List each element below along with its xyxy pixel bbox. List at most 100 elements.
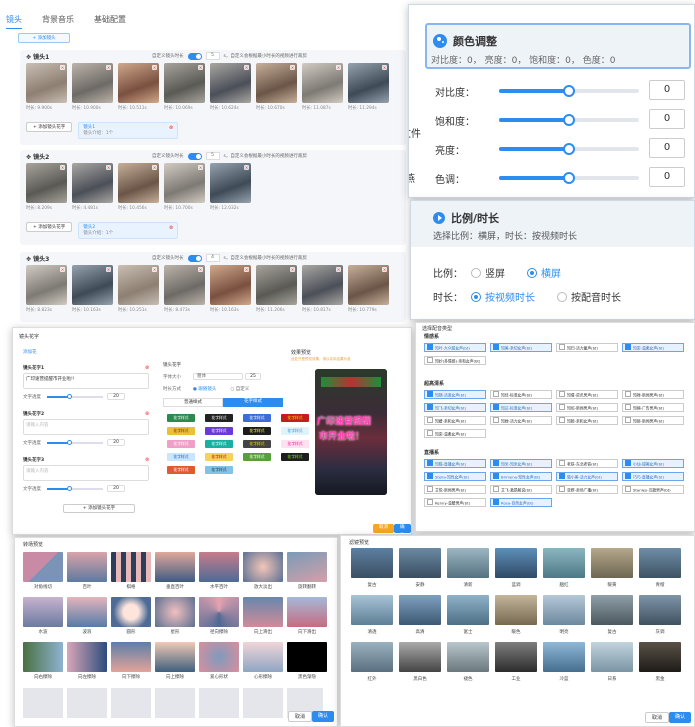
filter-thumbnail[interactable] xyxy=(351,548,393,578)
transition-thumbnail[interactable] xyxy=(23,597,63,627)
delete-icon[interactable]: × xyxy=(336,65,341,70)
clip-thumbnail[interactable]: × 时长: 10.511s xyxy=(118,63,159,111)
filter-thumbnail[interactable] xyxy=(351,595,393,625)
add-caption-button[interactable]: + 添加镜头花字 xyxy=(63,504,135,513)
transition-thumbnail[interactable] xyxy=(287,597,327,627)
clip-thumbnail[interactable]: × 时长: 10.251s xyxy=(118,265,159,313)
delete-icon[interactable]: × xyxy=(290,65,295,70)
slider-handle[interactable] xyxy=(67,394,72,399)
transition-thumbnail[interactable] xyxy=(67,642,107,672)
delete-icon[interactable]: × xyxy=(198,165,203,170)
cancel-button[interactable]: 取消 xyxy=(644,531,668,532)
adjust-value-input[interactable]: 0 xyxy=(649,109,685,129)
filter-thumbnail[interactable] xyxy=(447,642,489,672)
clip-thumbnail[interactable]: × 时长: 10.817s xyxy=(302,265,343,313)
style-chip[interactable]: 花字样式 xyxy=(281,440,309,448)
filter-thumbnail[interactable] xyxy=(399,642,441,672)
voice-option[interactable]: 小仙-甜美女声(bt) xyxy=(622,459,684,468)
clip-thumbnail[interactable]: × 时长: 10.670s xyxy=(256,63,297,111)
voice-option[interactable]: 艾悦-新闻男声(bt) xyxy=(424,485,486,494)
voice-option[interactable]: Stanley-沉稳男声(bt) xyxy=(622,485,684,494)
clip-thumbnail[interactable]: × 时长: 11.087s xyxy=(302,63,343,111)
clip-thumbnail[interactable]: × 时长: 10.700s xyxy=(164,163,205,211)
style-chip[interactable]: 花字样式 xyxy=(243,414,271,422)
style-chip[interactable]: 花字样式 xyxy=(243,453,271,461)
caption-text-input[interactable]: 请输入内容 xyxy=(23,419,149,435)
ok-button[interactable]: 确认 xyxy=(669,712,692,723)
style-chip[interactable]: 花字样式 xyxy=(167,427,195,435)
transition-thumbnail[interactable] xyxy=(111,642,151,672)
transition-thumbnail[interactable] xyxy=(67,597,107,627)
style-chip[interactable]: 花字样式 xyxy=(167,466,195,474)
transition-thumbnail[interactable] xyxy=(243,597,283,627)
slider-handle[interactable] xyxy=(67,486,72,491)
clip-thumbnail[interactable]: × 时长: 10.900s xyxy=(72,63,113,111)
time-option-custom[interactable]: ○ 自定义 xyxy=(230,386,249,392)
style-chip[interactable]: 花字样式 xyxy=(281,414,309,422)
duration-toggle[interactable] xyxy=(187,254,202,262)
ratio-header[interactable]: 比例/时长 选择比例：横屏，时长：按视频时长 xyxy=(411,201,694,247)
style-chip[interactable]: 花字样式 xyxy=(167,414,195,422)
caption-size-slider[interactable] xyxy=(47,394,103,399)
voice-option[interactable]: 知锅-活泼女声(bt) xyxy=(424,390,486,399)
filter-thumbnail[interactable] xyxy=(543,548,585,578)
voice-option[interactable]: 知归-活力童声(bt) xyxy=(556,343,618,352)
voice-option[interactable]: 知猫-直播女声(bt) xyxy=(424,459,486,468)
clip-thumbnail[interactable]: × 时长: 10.163s xyxy=(210,265,251,313)
adjust-value-input[interactable]: 0 xyxy=(649,167,685,187)
slider-handle[interactable] xyxy=(563,85,575,97)
transition-thumbnail[interactable] xyxy=(243,552,283,582)
font-select[interactable]: 粗体 xyxy=(193,373,243,380)
voice-option[interactable]: 老铁-东北老铁(bt) xyxy=(556,459,618,468)
cancel-button[interactable]: 取消 xyxy=(288,711,313,722)
filter-thumbnail[interactable] xyxy=(543,595,585,625)
caption-size-slider[interactable] xyxy=(47,440,103,445)
style-chip[interactable]: 花字样式 xyxy=(205,427,233,435)
ok-button[interactable]: 确认 xyxy=(312,711,335,722)
filter-thumbnail[interactable] xyxy=(399,548,441,578)
adjust-slider[interactable] xyxy=(499,85,639,97)
tab-clips[interactable]: 镜头 xyxy=(6,14,22,29)
voice-option[interactable]: Kenny-温暖男声(bt) xyxy=(424,498,486,507)
delete-icon[interactable]: × xyxy=(152,267,157,272)
voice-option[interactable]: 知绍-新闻男声(bt) xyxy=(556,403,618,412)
adjust-value-input[interactable]: 0 xyxy=(649,138,685,158)
clip-thumbnail[interactable]: × 时长: 10.779s xyxy=(348,265,389,313)
style-chip[interactable]: 花字样式 xyxy=(205,414,233,422)
clip-thumbnail[interactable]: × 时长: 11.206s xyxy=(256,265,297,313)
slider-handle[interactable] xyxy=(563,114,575,126)
style-chip[interactable]: 花字样式 xyxy=(167,453,195,461)
transition-thumbnail[interactable] xyxy=(243,642,283,672)
filter-thumbnail[interactable] xyxy=(591,548,633,578)
add-caption-button[interactable]: + 添加镜头花字 xyxy=(26,222,73,232)
duration-input[interactable]: 5 xyxy=(205,52,220,60)
voice-option[interactable]: 知妙(多情感)-亲和女声(bt) xyxy=(424,356,486,365)
clip-thumbnail[interactable]: × 时长: 8.823s xyxy=(26,265,67,313)
voice-option[interactable]: 巧巧-直播女声(bt) xyxy=(622,472,684,481)
caption-size-slider[interactable] xyxy=(47,486,103,491)
delete-icon[interactable]: × xyxy=(244,267,249,272)
delete-icon[interactable]: ⊗ xyxy=(169,125,173,131)
voice-option[interactable]: 知婵-活力女声(bt) xyxy=(490,416,552,425)
delete-icon[interactable]: × xyxy=(244,65,249,70)
delete-icon[interactable]: × xyxy=(290,267,295,272)
transition-thumbnail[interactable] xyxy=(287,552,327,582)
adjust-slider[interactable] xyxy=(499,172,639,184)
clip-thumbnail[interactable]: × 时长: 12.032s xyxy=(210,163,251,211)
clip-thumbnail[interactable]: × 时长: 9.900s xyxy=(26,63,67,111)
caption-text-input[interactable]: 广印速营提醒市开业啦!! xyxy=(23,373,149,389)
delete-icon[interactable]: × xyxy=(244,165,249,170)
caption-size-input[interactable]: 20 xyxy=(107,393,125,400)
delete-icon[interactable]: × xyxy=(106,65,111,70)
tab-normal-style[interactable]: 普通样式 xyxy=(163,398,223,407)
duration-input[interactable]: 5 xyxy=(205,152,220,160)
transition-thumbnail[interactable] xyxy=(67,552,107,582)
cancel-button[interactable]: 取消 xyxy=(373,524,394,533)
delete-icon[interactable]: × xyxy=(60,65,65,70)
style-chip[interactable]: 花字样式 xyxy=(243,440,271,448)
tab-bgm[interactable]: 背景音乐 xyxy=(42,14,74,29)
remove-icon[interactable]: ⊗ xyxy=(145,457,149,463)
style-chip[interactable]: 花字样式 xyxy=(243,427,271,435)
delete-icon[interactable]: × xyxy=(106,165,111,170)
transition-thumbnail[interactable] xyxy=(111,597,151,627)
